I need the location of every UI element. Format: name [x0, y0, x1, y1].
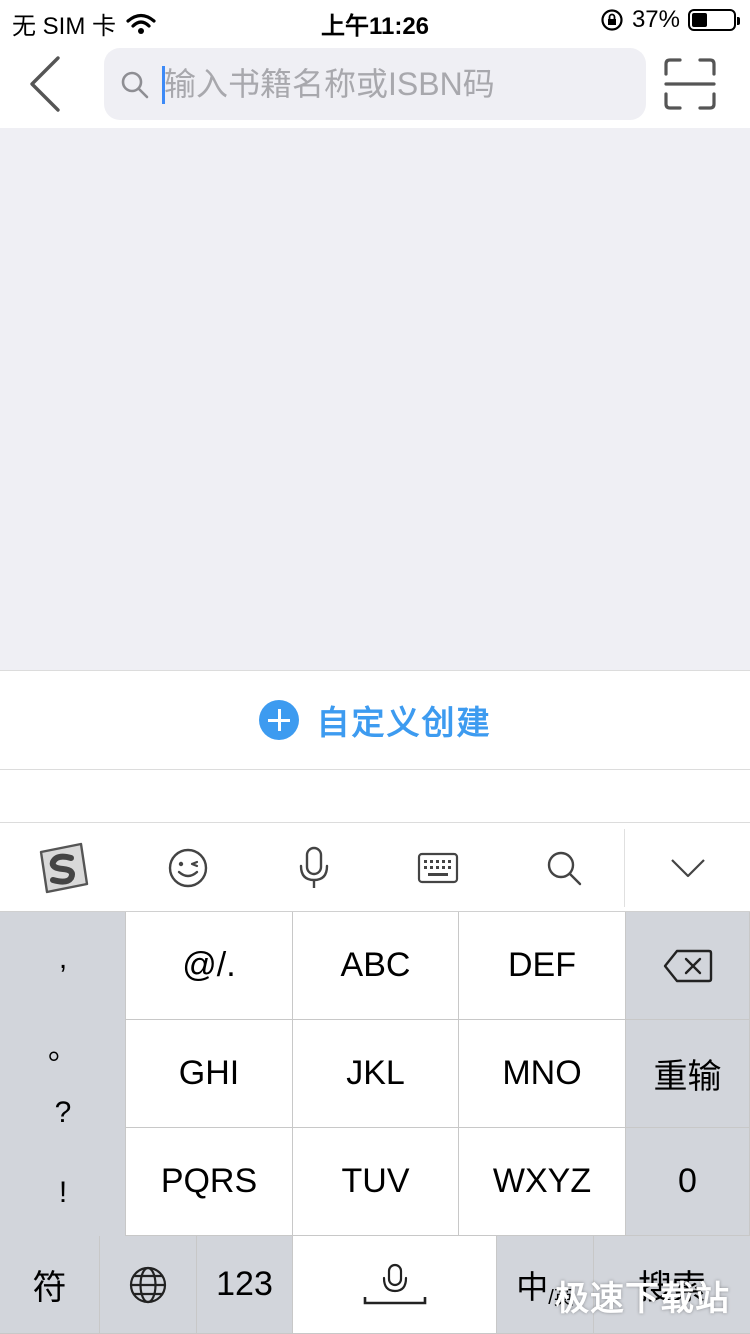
chevron-down-icon: [671, 859, 705, 878]
custom-create-button[interactable]: 自定义创建: [0, 670, 750, 770]
backspace-icon: [663, 949, 712, 982]
microphone-space-icon: [363, 1263, 426, 1304]
keyboard-search-button[interactable]: [536, 823, 592, 913]
key-pqrs[interactable]: PQRS: [126, 1128, 293, 1236]
key-wxyz[interactable]: WXYZ: [459, 1128, 626, 1236]
key-def[interactable]: DEF: [459, 912, 626, 1020]
sogou-logo-button[interactable]: [30, 823, 96, 913]
emoji-button[interactable]: [160, 823, 216, 913]
custom-create-label: 自定义创建: [316, 704, 492, 741]
search-icon: [121, 71, 149, 99]
rotation-lock-icon: [601, 9, 623, 31]
numbers-key[interactable]: 123: [197, 1236, 293, 1334]
punctuation-column[interactable]: , 。 ? !: [0, 912, 126, 1236]
status-right: 37%: [600, 6, 740, 34]
results-area: [0, 128, 750, 670]
punct-comma[interactable]: ,: [0, 942, 126, 976]
toolbar-divider: [624, 829, 625, 907]
sogou-logo-icon: [39, 842, 89, 894]
punct-exclaim[interactable]: !: [0, 1176, 126, 1210]
back-button[interactable]: [18, 52, 78, 116]
lang-main: 中: [516, 1268, 549, 1305]
nav-bar: [0, 40, 750, 128]
microphone-icon: [299, 846, 329, 888]
plus-circle-icon: [258, 700, 299, 740]
symbols-key[interactable]: 符: [0, 1236, 100, 1334]
voice-button[interactable]: [286, 823, 342, 913]
hide-keyboard-button[interactable]: [660, 823, 716, 913]
reinput-key[interactable]: 重输: [626, 1020, 750, 1128]
search-input[interactable]: [164, 48, 634, 120]
punct-question[interactable]: ?: [0, 1096, 126, 1130]
keyboard-icon: [417, 852, 459, 884]
key-ghi[interactable]: GHI: [126, 1020, 293, 1128]
battery-percent: 37%: [631, 6, 680, 33]
globe-icon: [129, 1266, 167, 1303]
scan-icon[interactable]: [664, 58, 716, 110]
key-symbols[interactable]: @/.: [126, 912, 293, 1020]
globe-key[interactable]: [100, 1236, 197, 1334]
key-abc[interactable]: ABC: [293, 912, 459, 1020]
key-mno[interactable]: MNO: [459, 1020, 626, 1128]
zero-key[interactable]: 0: [626, 1128, 750, 1236]
status-bar: 无 SIM 卡 上午11:26 37%: [0, 0, 750, 40]
search-icon: [547, 851, 582, 886]
keyboard-switch-button[interactable]: [410, 823, 466, 913]
key-jkl[interactable]: JKL: [293, 1020, 459, 1128]
spacer: [0, 770, 750, 822]
watermark: 极速下载站: [555, 1280, 730, 1318]
search-box[interactable]: [104, 48, 646, 120]
key-tuv[interactable]: TUV: [293, 1128, 459, 1236]
delete-key[interactable]: [626, 912, 750, 1020]
punct-period[interactable]: 。: [0, 1024, 126, 1068]
battery-icon: [688, 9, 740, 31]
emoji-icon: [168, 848, 208, 888]
space-key[interactable]: [293, 1236, 497, 1334]
keyboard-toolbar: [0, 822, 750, 912]
